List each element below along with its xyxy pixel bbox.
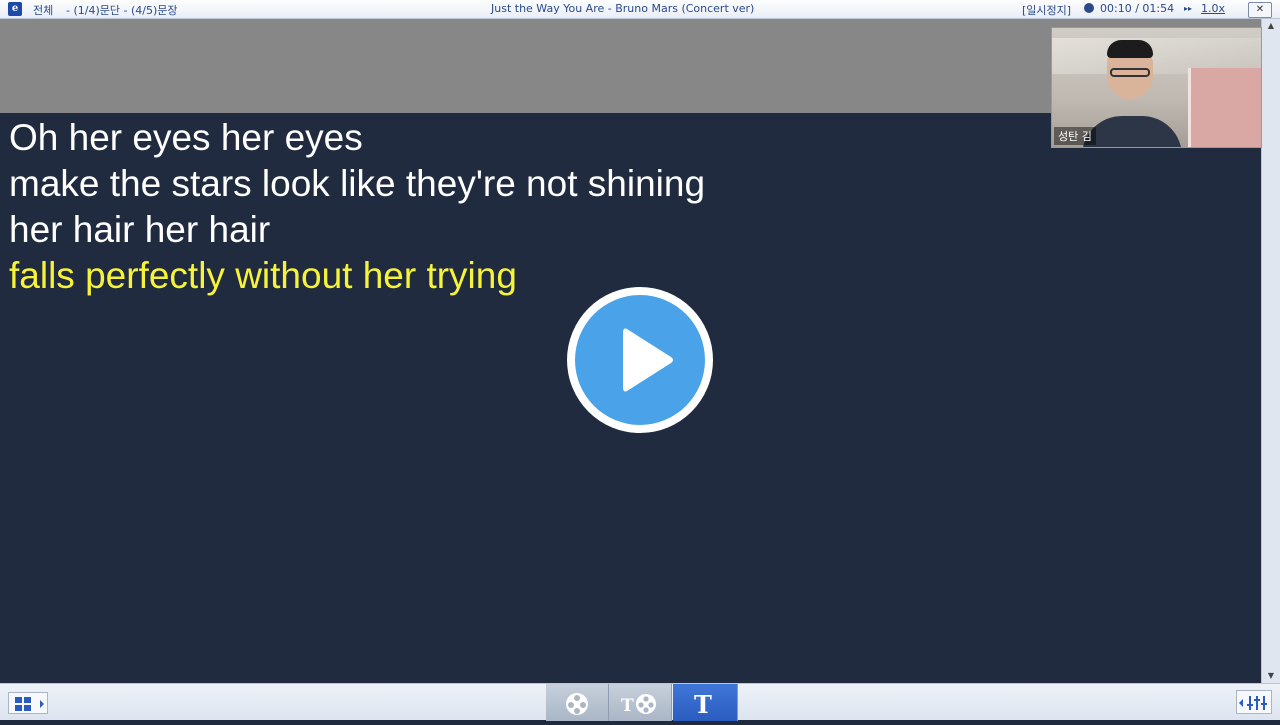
webcam-background [1188, 68, 1261, 147]
webcam-overlay[interactable]: 성탄 김 [1051, 27, 1262, 148]
text-video-mode-button[interactable]: T [609, 684, 672, 721]
presenter-body [1082, 116, 1182, 147]
app-logo-icon: e [8, 2, 22, 16]
svg-text:T: T [621, 696, 634, 716]
lyric-line[interactable]: Oh her eyes her eyes [9, 116, 363, 160]
clock-icon [1084, 3, 1094, 13]
vertical-scrollbar[interactable]: ▲ ▼ [1261, 19, 1280, 683]
close-button[interactable]: ✕ [1248, 2, 1272, 18]
play-button[interactable] [567, 287, 713, 433]
view-mode-group: T T [546, 684, 738, 721]
grid-icon[interactable] [9, 693, 49, 715]
title-bar: e 전체 - (1/4)문단 - (4/5)문장 Just the Way Yo… [0, 0, 1280, 19]
lyric-line-current[interactable]: falls perfectly without her trying [9, 254, 517, 298]
time-display: 00:10 / 01:54 [1100, 2, 1175, 15]
equalizer-icon[interactable] [1237, 691, 1273, 715]
lyric-line[interactable]: her hair her hair [9, 208, 270, 252]
playback-status[interactable]: [일시정지] [1022, 2, 1071, 18]
scroll-down-icon[interactable]: ▼ [1262, 669, 1280, 683]
settings-button[interactable] [1236, 690, 1272, 714]
presenter-hair [1107, 40, 1153, 58]
play-icon[interactable] [575, 295, 705, 425]
play-button-circle[interactable] [575, 295, 705, 425]
presenter-name: 성탄 김 [1054, 127, 1096, 145]
text-mode-button[interactable]: T [673, 684, 738, 721]
scroll-up-icon[interactable]: ▲ [1262, 19, 1280, 33]
video-mode-button[interactable] [546, 684, 609, 721]
text-mode-icon: T [694, 690, 712, 719]
layout-menu-button[interactable] [8, 692, 48, 714]
fast-forward-icon[interactable]: ▸▸ [1184, 4, 1192, 13]
scope-label[interactable]: 전체 [33, 2, 53, 18]
bottom-toolbar: T T [0, 683, 1280, 721]
presenter-glasses [1110, 68, 1150, 77]
lyric-line[interactable]: make the stars look like they're not shi… [9, 162, 705, 206]
speed-control[interactable]: 1.0x [1201, 2, 1225, 15]
film-reel-icon [566, 693, 588, 715]
position-indicator: - (1/4)문단 - (4/5)문장 [66, 4, 178, 17]
text-film-icon: T [621, 694, 656, 716]
song-title: Just the Way You Are - Bruno Mars (Conce… [491, 2, 755, 15]
